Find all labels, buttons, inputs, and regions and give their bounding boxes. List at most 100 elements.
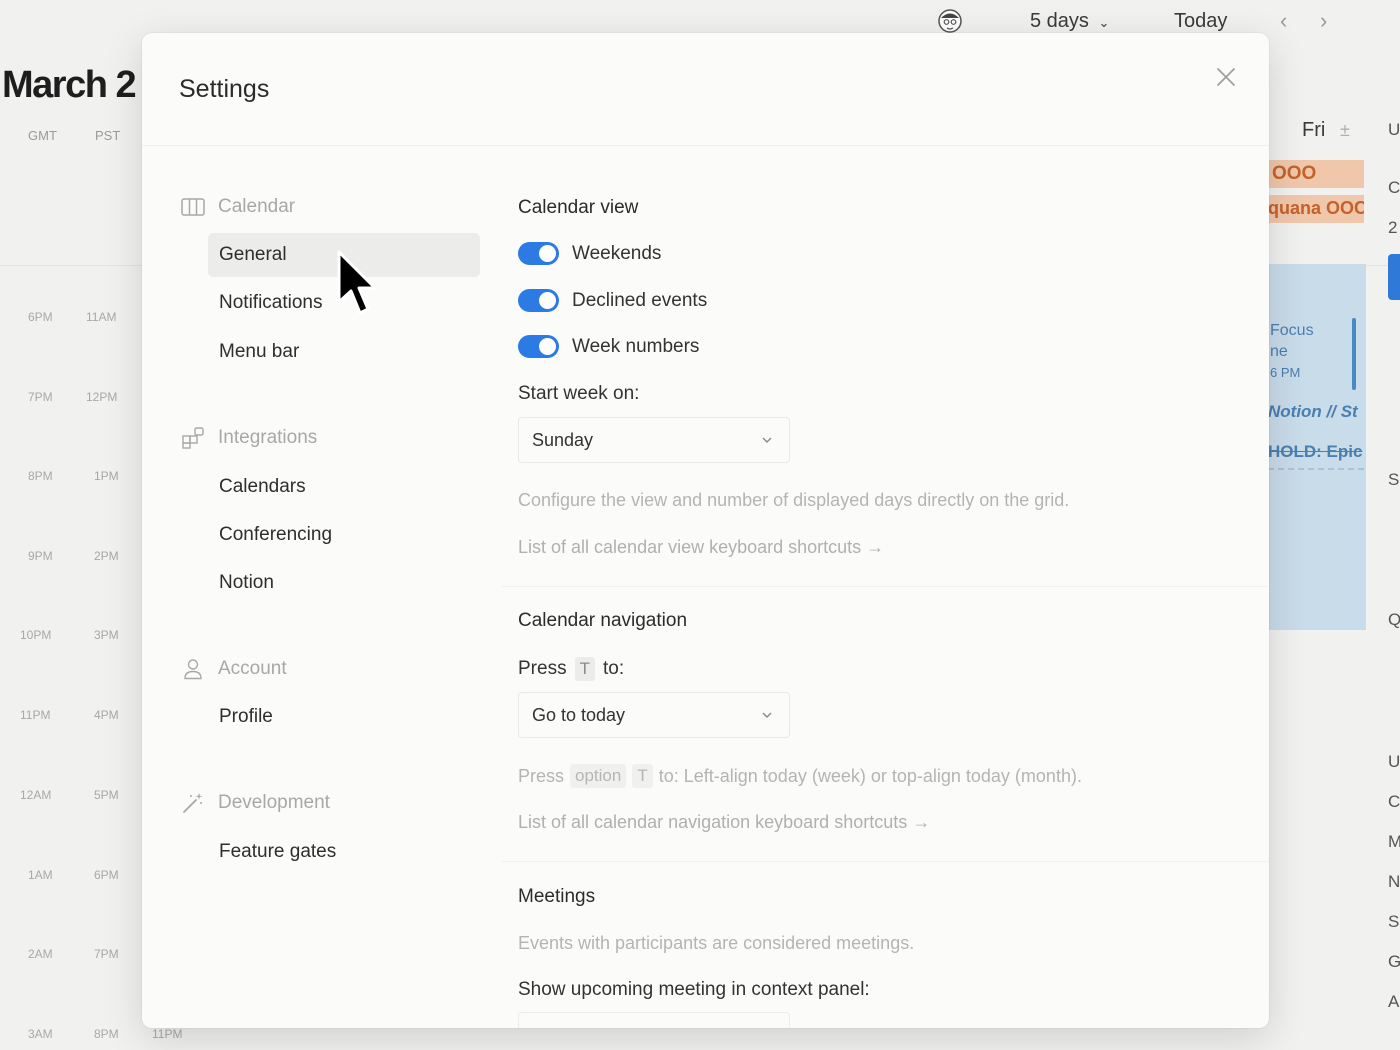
calendar-view-shortcuts-link[interactable]: List of all calendar view keyboard short…: [518, 537, 884, 558]
chevron-right-icon[interactable]: ›: [1320, 8, 1327, 34]
today-button[interactable]: Today: [1174, 10, 1227, 33]
upcoming-meeting-select[interactable]: [518, 1012, 790, 1028]
chevron-down-icon: ⌄: [1098, 15, 1110, 30]
weekends-toggle[interactable]: [518, 242, 559, 265]
time-label: 8PM: [28, 469, 53, 483]
help-text: Press: [518, 765, 565, 786]
time-label: 7PM: [94, 947, 119, 961]
section-divider: [502, 861, 1269, 862]
event-ooo[interactable]: quana OOC: [1268, 195, 1364, 223]
chevron-left-icon[interactable]: ‹: [1280, 8, 1287, 34]
section-divider: [502, 586, 1269, 587]
sidebar-item-calendars[interactable]: Calendars: [208, 465, 480, 509]
time-label: 7PM: [28, 390, 53, 404]
edge-letter: U: [1388, 120, 1400, 139]
toggle-label: Weekends: [572, 242, 662, 264]
timezone-label-gmt: GMT: [28, 128, 57, 143]
sidebar-item-general[interactable]: General: [208, 233, 480, 277]
toggle-label: Week numbers: [572, 335, 700, 357]
time-label: 2PM: [94, 549, 119, 563]
sidebar-item-label: General: [219, 244, 287, 265]
time-label: 8PM: [94, 1027, 119, 1041]
help-text: to: Left-align today (week) or top-align…: [658, 765, 1082, 786]
time-label: 2AM: [28, 947, 53, 961]
close-icon[interactable]: [1212, 63, 1240, 91]
event-indicator: [1352, 318, 1356, 390]
sidebar-group-development: Development: [180, 792, 330, 814]
sidebar-item-feature-gates[interactable]: Feature gates: [208, 830, 480, 874]
time-label: 12PM: [86, 390, 118, 404]
time-label: 5PM: [94, 788, 119, 802]
time-label: 6PM: [94, 868, 119, 882]
event-time: 6 PM: [1270, 365, 1301, 380]
calendar-navigation-help: Press option T to: Left-align today (wee…: [518, 764, 1082, 788]
upcoming-meeting-label: Show upcoming meeting in context panel:: [518, 979, 870, 1000]
event-hold[interactable]: HOLD: Epic: [1268, 442, 1364, 462]
integrations-icon: [180, 427, 206, 449]
day-header-fri[interactable]: Fri: [1302, 119, 1325, 142]
sidebar-item-label: Profile: [219, 706, 273, 727]
time-label: 11PM: [152, 1027, 183, 1041]
key-badge: T: [632, 764, 653, 788]
time-label: 10PM: [20, 628, 52, 642]
plus-minus-icon[interactable]: ±: [1340, 120, 1350, 141]
columns-icon: [180, 196, 206, 218]
calendar-view-help: Configure the view and number of display…: [518, 490, 1070, 510]
event-notion[interactable]: Notion // St: [1268, 402, 1364, 422]
time-label: 12AM: [20, 788, 52, 802]
person-icon: [180, 658, 206, 680]
edge-letter: C: [1388, 792, 1400, 811]
time-label: 3PM: [94, 628, 119, 642]
calendar-navigation-shortcuts-link[interactable]: List of all calendar navigation keyboard…: [518, 812, 930, 833]
sidebar-item-profile[interactable]: Profile: [208, 695, 480, 739]
edge-letter: A: [1388, 992, 1400, 1011]
edge-letter: Q: [1388, 610, 1400, 629]
sidebar-item-notifications[interactable]: Notifications: [208, 281, 480, 325]
select-value: Sunday: [532, 429, 594, 450]
start-week-select[interactable]: Sunday: [518, 417, 790, 463]
header-divider: [142, 145, 1269, 146]
sidebar-item-notion[interactable]: Notion: [208, 561, 480, 605]
press-t-action-select[interactable]: Go to today: [518, 692, 790, 738]
time-label: 11AM: [86, 310, 117, 324]
edge-letter: C: [1388, 178, 1400, 197]
event-block[interactable]: [1388, 254, 1400, 300]
sidebar-item-label: Notion: [219, 572, 274, 593]
event-ooo[interactable]: OOO: [1268, 160, 1364, 188]
avatar[interactable]: [937, 8, 963, 34]
time-label: 1AM: [28, 868, 53, 882]
toggle-label: Declined events: [572, 289, 708, 311]
time-label: 1PM: [94, 469, 119, 483]
toggle-row-weekends: Weekends: [518, 242, 661, 265]
time-label: 3AM: [28, 1027, 53, 1041]
edge-letter: M: [1388, 832, 1400, 851]
edge-letter: S: [1388, 912, 1400, 931]
time-label: 6PM: [28, 310, 53, 324]
key-badge: option: [570, 764, 627, 788]
sidebar-group-calendar: Calendar: [180, 196, 295, 218]
edge-letter: 2: [1388, 218, 1398, 237]
event-title: Focus: [1270, 322, 1314, 339]
month-title: March 2: [2, 64, 137, 106]
range-label: 5 days: [1030, 10, 1089, 32]
declined-events-toggle[interactable]: [518, 289, 559, 312]
week-numbers-toggle[interactable]: [518, 335, 559, 358]
modal-title: Settings: [179, 75, 270, 103]
sidebar-item-label: Conferencing: [219, 524, 333, 545]
time-label: 9PM: [28, 549, 53, 563]
sidebar-item-menu-bar[interactable]: Menu bar: [208, 330, 480, 374]
chevron-down-icon: [762, 437, 772, 443]
event-focus[interactable]: Focus ne 6 PM: [1270, 320, 1360, 383]
sidebar-item-label: Notifications: [219, 292, 323, 313]
sidebar-item-conferencing[interactable]: Conferencing: [208, 513, 480, 557]
time-label: 11PM: [20, 708, 51, 722]
section-title-calendar-view: Calendar view: [518, 197, 639, 218]
sidebar-item-label: Menu bar: [219, 341, 300, 362]
start-week-label: Start week on:: [518, 383, 640, 404]
press-suffix: to:: [602, 658, 625, 679]
press-text: Press: [518, 658, 567, 679]
sidebar-item-label: Calendars: [219, 476, 306, 497]
edge-letter: S: [1388, 470, 1400, 489]
range-selector[interactable]: 5 days ⌄: [1030, 10, 1109, 33]
sidebar-group-label: Account: [218, 658, 287, 679]
